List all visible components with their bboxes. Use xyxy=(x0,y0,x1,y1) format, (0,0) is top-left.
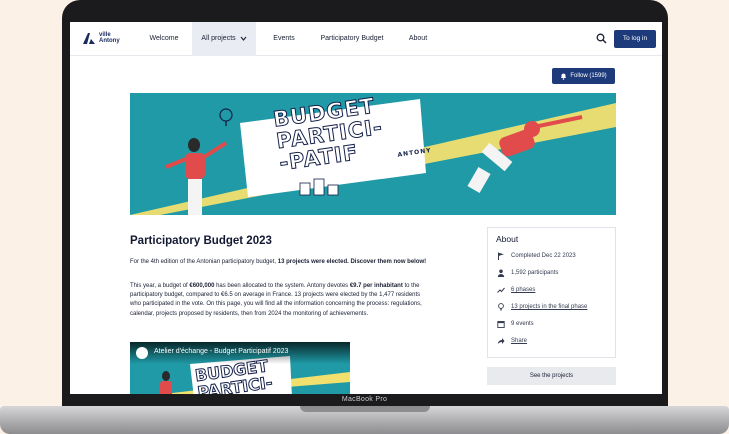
desc-part-c: has been allocated to the system. Antony… xyxy=(214,283,350,289)
about-participants-text: 1,592 participants xyxy=(511,270,559,276)
intro-prefix: For the 4th edition of the Antonian part… xyxy=(130,259,278,265)
intro-text: For the 4th edition of the Antonian part… xyxy=(130,258,430,267)
about-row-completed: Completed Dec 22 2023 xyxy=(497,252,576,260)
bell-icon xyxy=(561,73,567,80)
follow-button[interactable]: Follow (1599) xyxy=(552,68,615,84)
person-icon xyxy=(497,269,505,277)
about-row-share[interactable]: Share xyxy=(497,337,527,345)
laptop-notch xyxy=(300,406,430,412)
video-player[interactable]: Atelier d'échange - Budget Participatif … xyxy=(130,342,350,394)
hero-banner: BUDGET PARTICI- -PATIF ANTONY xyxy=(130,93,616,215)
nav-participatory-budget[interactable]: Participatory Budget xyxy=(310,22,394,56)
follow-label: Follow (1599) xyxy=(570,73,607,79)
logo-text: ville Antony xyxy=(99,32,120,44)
about-projects-link[interactable]: 13 projects in the final phase xyxy=(511,304,587,310)
channel-logo-icon xyxy=(136,347,148,359)
see-projects-button[interactable]: See the projects xyxy=(487,367,616,385)
about-row-phases[interactable]: 6 phases xyxy=(497,286,535,294)
desc-part-a: This year, a budget of xyxy=(130,283,190,289)
page-title: Participatory Budget 2023 xyxy=(130,235,272,247)
search-icon[interactable] xyxy=(596,33,607,44)
nav-events[interactable]: Events xyxy=(266,22,302,56)
calendar-icon xyxy=(497,321,505,328)
share-icon xyxy=(497,338,505,344)
about-row-events: 9 events xyxy=(497,320,534,328)
about-completed-text: Completed Dec 22 2023 xyxy=(511,253,576,259)
flag-icon xyxy=(498,252,504,260)
about-phases-link[interactable]: 6 phases xyxy=(511,287,535,293)
intro-bold: 13 projects were elected. Discover them … xyxy=(277,259,427,265)
about-events-text: 9 events xyxy=(511,321,534,327)
video-title[interactable]: Atelier d'échange - Budget Participatif … xyxy=(154,348,288,355)
bulb-icon xyxy=(498,303,504,311)
trend-icon xyxy=(497,287,505,293)
site-logo[interactable]: ville Antony xyxy=(82,31,120,45)
about-share-link[interactable]: Share xyxy=(511,338,527,344)
device-label: MacBook Pro xyxy=(341,396,388,403)
about-row-projects[interactable]: 13 projects in the final phase xyxy=(497,303,587,311)
description-text: This year, a budget of €600,000 has been… xyxy=(130,282,430,319)
browser-screen: ville Antony Welcome All projects Events… xyxy=(70,22,662,394)
about-row-participants: 1,592 participants xyxy=(497,269,558,277)
desc-budget: €600,000 xyxy=(189,283,215,289)
top-nav: ville Antony Welcome All projects Events… xyxy=(70,22,662,56)
about-panel: About Completed Dec 22 2023 1,592 partic… xyxy=(487,227,616,358)
antony-logo-icon xyxy=(83,33,95,44)
desc-per-inhabitant: €9.7 per inhabitant xyxy=(349,283,403,289)
nav-all-projects-label: All projects xyxy=(201,35,236,42)
login-button[interactable]: To log in xyxy=(614,30,656,48)
logo-line-2: Antony xyxy=(99,38,120,44)
nav-about[interactable]: About xyxy=(400,22,436,56)
chevron-down-icon xyxy=(240,36,247,41)
nav-all-projects[interactable]: All projects xyxy=(192,22,256,56)
about-title: About xyxy=(496,234,519,244)
nav-welcome[interactable]: Welcome xyxy=(140,22,188,56)
